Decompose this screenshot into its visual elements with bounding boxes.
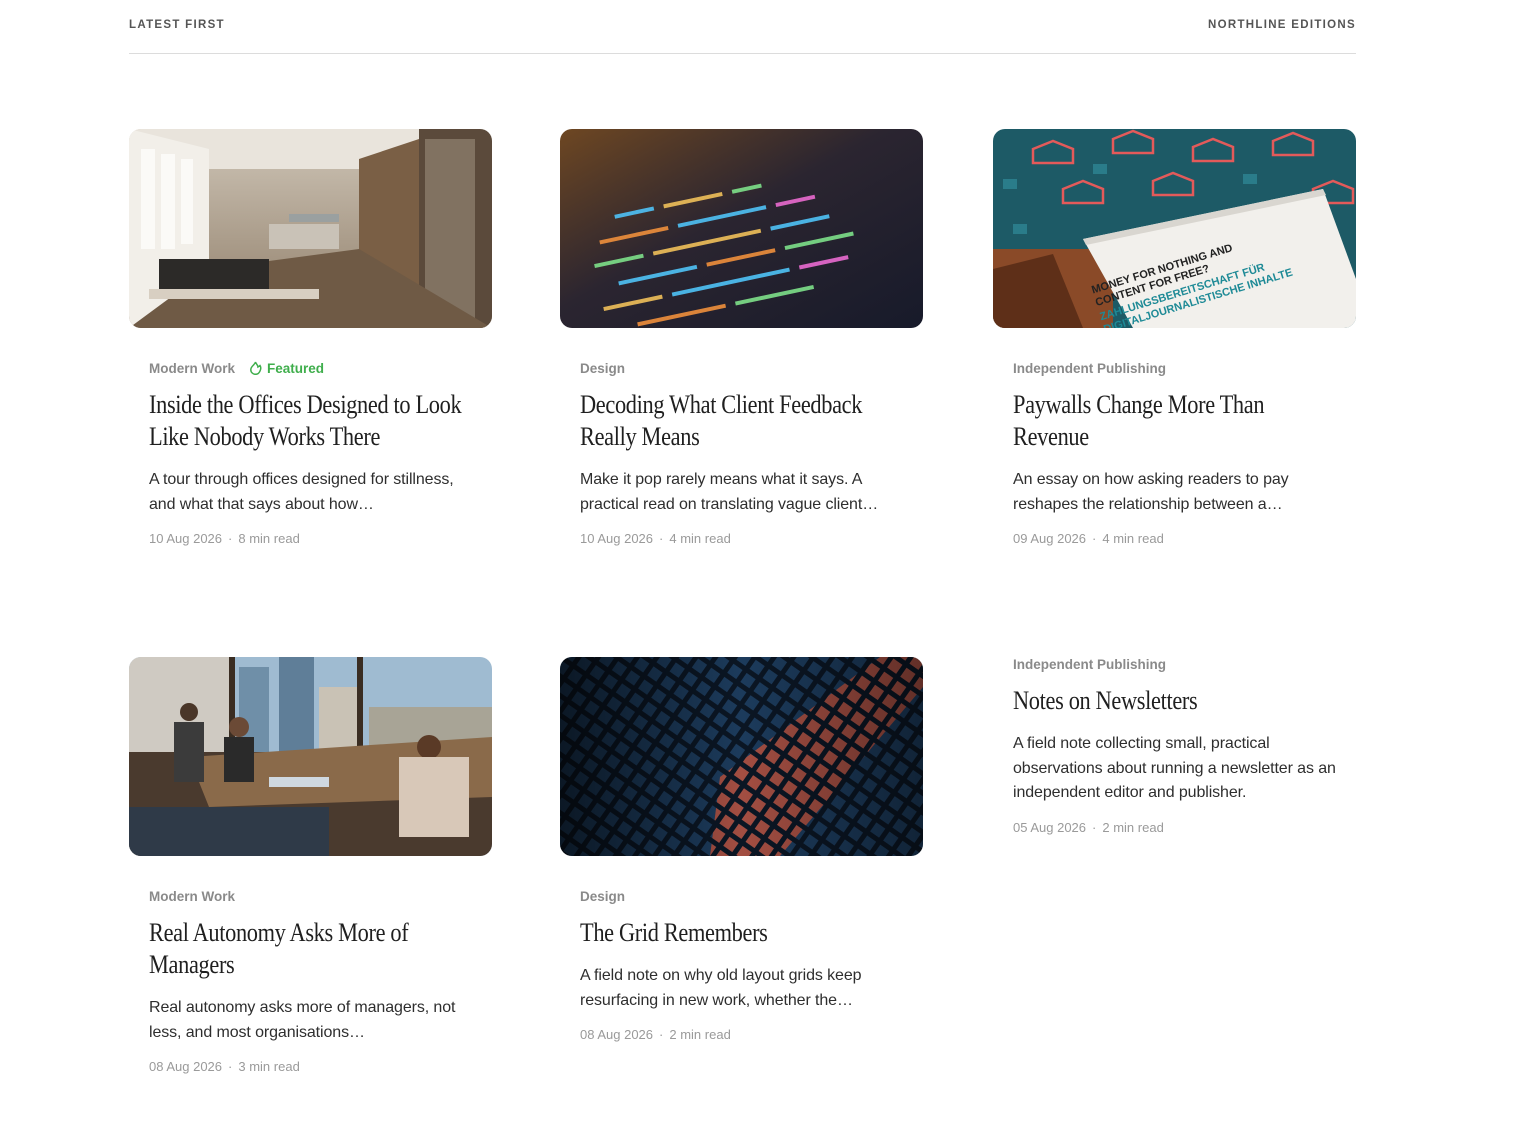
meta-separator: · xyxy=(1092,819,1097,835)
article-card[interactable]: Modern Work Real Autonomy Asks More of M… xyxy=(129,657,492,1077)
article-read-time: 3 min read xyxy=(238,1059,300,1074)
article-date: 10 Aug 2026 xyxy=(580,531,654,546)
article-card[interactable]: Independent Publishing Notes on Newslett… xyxy=(993,657,1356,857)
meta-separator: · xyxy=(1092,531,1097,546)
article-title[interactable]: The Grid Remembers xyxy=(580,917,907,949)
article-category[interactable]: Design xyxy=(580,889,625,904)
article-excerpt: Real autonomy asks more of managers, not… xyxy=(149,999,456,1041)
sort-label[interactable]: LATEST FIRST xyxy=(129,19,225,31)
article-date: 08 Aug 2026 xyxy=(149,1059,223,1074)
featured-badge: Featured xyxy=(249,361,324,376)
article-excerpt: A field note on why old layout grids kee… xyxy=(580,967,862,1009)
article-title[interactable]: Decoding What Client Feedback Really Mea… xyxy=(580,389,907,453)
article-excerpt: Make it pop rarely means what it says. A… xyxy=(580,471,879,513)
article-date: 05 Aug 2026 xyxy=(1013,819,1087,835)
article-title[interactable]: Notes on Newsletters xyxy=(1013,685,1340,717)
meta-separator: · xyxy=(659,1027,664,1042)
article-read-time: 8 min read xyxy=(238,531,300,546)
article-card[interactable]: Modern Work Featured Inside the Offices … xyxy=(129,129,492,549)
article-date: 08 Aug 2026 xyxy=(580,1027,654,1042)
article-image-booklet[interactable]: MONEY FOR NOTHING AND CONTENT FOR FREE? … xyxy=(993,129,1356,328)
article-image-office[interactable] xyxy=(129,129,492,328)
article-read-time: 2 min read xyxy=(669,1027,731,1042)
meta-separator: · xyxy=(228,1059,233,1074)
section-header: LATEST FIRST NORTHLINE EDITIONS xyxy=(129,0,1356,54)
article-date: 10 Aug 2026 xyxy=(149,531,223,546)
article-read-time: 2 min read xyxy=(1102,819,1164,835)
article-category[interactable]: Modern Work xyxy=(149,361,235,376)
article-read-time: 4 min read xyxy=(669,531,731,546)
article-card[interactable]: MONEY FOR NOTHING AND CONTENT FOR FREE? … xyxy=(993,129,1356,549)
article-image-team-office[interactable] xyxy=(129,657,492,856)
article-date: 09 Aug 2026 xyxy=(1013,531,1087,546)
article-read-time: 4 min read xyxy=(1102,531,1164,546)
meta-separator: · xyxy=(228,531,233,546)
article-card[interactable]: Design The Grid Remembers A field note o… xyxy=(560,657,923,1077)
article-category[interactable]: Independent Publishing xyxy=(1013,657,1166,672)
article-title[interactable]: Inside the Offices Designed to Look Like… xyxy=(149,389,476,453)
article-image-grid[interactable] xyxy=(560,657,923,856)
article-excerpt: A field note collecting small, practical… xyxy=(1013,735,1336,801)
meta-separator: · xyxy=(659,531,664,546)
article-excerpt: A tour through offices designed for stil… xyxy=(149,471,454,513)
publication-name[interactable]: NORTHLINE EDITIONS xyxy=(1208,19,1356,31)
article-title[interactable]: Real Autonomy Asks More of Managers xyxy=(149,917,476,981)
featured-label: Featured xyxy=(267,360,325,376)
article-excerpt: An essay on how asking readers to pay re… xyxy=(1013,471,1289,513)
flame-icon xyxy=(250,361,262,375)
article-category[interactable]: Independent Publishing xyxy=(1013,361,1166,376)
article-title[interactable]: Paywalls Change More Than Revenue xyxy=(1013,389,1340,453)
article-card[interactable]: Design Decoding What Client Feedback Rea… xyxy=(560,129,923,549)
article-category[interactable]: Modern Work xyxy=(149,889,235,904)
article-image-code[interactable] xyxy=(560,129,923,328)
article-category[interactable]: Design xyxy=(580,361,625,376)
